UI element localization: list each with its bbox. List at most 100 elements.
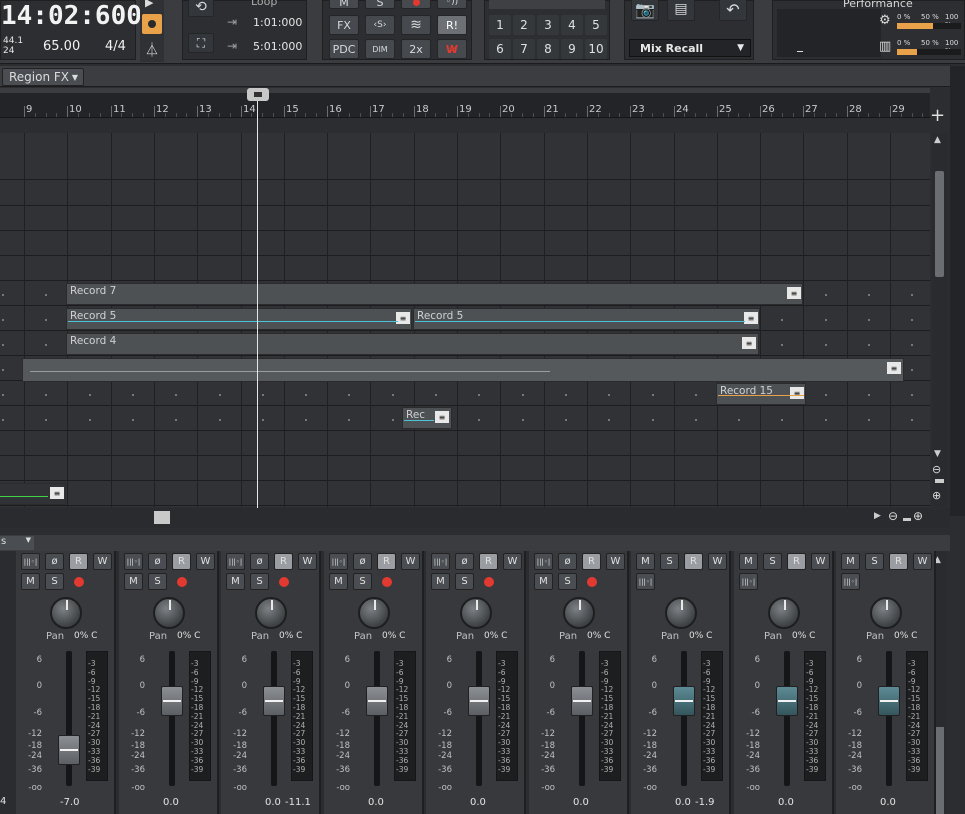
- read-automation-button[interactable]: R: [274, 553, 293, 570]
- solo-button[interactable]: S: [558, 573, 577, 590]
- write-automation-button[interactable]: W: [811, 553, 830, 570]
- volume-fader[interactable]: [366, 686, 388, 716]
- playhead-handle[interactable]: [247, 88, 269, 101]
- pan-knob[interactable]: [358, 597, 390, 629]
- screenset-button-1[interactable]: 1: [489, 15, 511, 35]
- mute-all-button[interactable]: M: [329, 0, 359, 9]
- mute-button[interactable]: M: [431, 573, 450, 590]
- solo-button[interactable]: S: [353, 573, 372, 590]
- clip-fx-icon[interactable]: ≡: [435, 411, 449, 423]
- track-lane[interactable]: [0, 481, 930, 506]
- screenset-button-8[interactable]: 8: [537, 39, 559, 59]
- read-automation-button[interactable]: R: [479, 553, 498, 570]
- read-automation-button[interactable]: R: [787, 553, 806, 570]
- clip-fx-icon[interactable]: ≡: [396, 312, 410, 324]
- phase-icon[interactable]: ø: [250, 553, 269, 570]
- write-automation-button[interactable]: W: [708, 553, 727, 570]
- zoom-out-v-icon[interactable]: ⊖: [932, 463, 941, 476]
- zoom-out-h-icon[interactable]: ⊖: [888, 509, 898, 523]
- waveform-icon[interactable]: |||◦|: [21, 553, 40, 570]
- solo-button[interactable]: S: [455, 573, 474, 590]
- write-automation-button[interactable]: W: [503, 553, 522, 570]
- waveform-icon[interactable]: |||◦|: [226, 553, 245, 570]
- waveform-icon[interactable]: |||◦|: [431, 553, 450, 570]
- screenset-button-5[interactable]: 5: [585, 15, 607, 35]
- fader-track[interactable]: [476, 651, 482, 786]
- clip-record-5b[interactable]: Record 5: [413, 308, 760, 330]
- screenset-button-6[interactable]: 6: [489, 39, 511, 59]
- midi-icon[interactable]: ◦)): [437, 0, 467, 9]
- add-track-icon[interactable]: +: [930, 105, 948, 126]
- screenset-button-3[interactable]: 3: [537, 15, 559, 35]
- console-scroll-thumb[interactable]: [935, 727, 944, 814]
- record-arm-button[interactable]: [582, 573, 601, 590]
- track-lane[interactable]: [0, 155, 930, 180]
- read-automation-button[interactable]: R: [172, 553, 191, 570]
- pan-knob[interactable]: [460, 597, 492, 629]
- volume-fader[interactable]: [878, 686, 900, 716]
- read-automation-button[interactable]: R: [582, 553, 601, 570]
- waveform-icon[interactable]: |||◦|: [329, 553, 348, 570]
- scroll-up-icon[interactable]: ▲: [934, 135, 941, 145]
- scroll-down-icon[interactable]: ▼: [934, 449, 941, 459]
- console-view-dropdown[interactable]: s ▼: [0, 536, 34, 550]
- loop-end[interactable]: 5:01:000: [253, 40, 302, 53]
- phase-icon[interactable]: ø: [45, 553, 64, 570]
- write-disable-icon[interactable]: W̸: [437, 39, 467, 59]
- write-automation-button[interactable]: W: [298, 553, 317, 570]
- pan-knob[interactable]: [665, 597, 697, 629]
- phase-icon[interactable]: ø: [148, 553, 167, 570]
- waveform-icon[interactable]: |||◦|: [739, 573, 758, 590]
- solo-button[interactable]: S: [763, 553, 782, 570]
- pan-knob[interactable]: [153, 597, 185, 629]
- fx-button[interactable]: FX: [329, 15, 359, 35]
- solo-button[interactable]: S: [660, 553, 679, 570]
- mute-button[interactable]: M: [841, 553, 860, 570]
- solo-button[interactable]: S: [250, 573, 269, 590]
- volume-fader[interactable]: [58, 735, 80, 765]
- phase-icon[interactable]: ø: [353, 553, 372, 570]
- solo-button[interactable]: S: [148, 573, 167, 590]
- record-arm-icon[interactable]: [142, 14, 162, 34]
- waveform-icon[interactable]: |||◦|: [124, 553, 143, 570]
- record-arm-button[interactable]: [479, 573, 498, 590]
- write-automation-button[interactable]: W: [196, 553, 215, 570]
- pan-knob[interactable]: [870, 597, 902, 629]
- read-enable-button[interactable]: R!: [437, 15, 467, 35]
- clip-fx-icon[interactable]: ≡: [50, 487, 64, 499]
- read-automation-button[interactable]: R: [889, 553, 908, 570]
- volume-fader[interactable]: [468, 686, 490, 716]
- write-automation-button[interactable]: W: [93, 553, 112, 570]
- volume-fader[interactable]: [161, 686, 183, 716]
- solo-all-button[interactable]: S: [365, 0, 395, 9]
- clip-unnamed-long[interactable]: [22, 358, 904, 382]
- pan-knob[interactable]: [563, 597, 595, 629]
- tempo[interactable]: 65.00: [43, 39, 80, 54]
- clip-fx-icon[interactable]: ≡: [742, 337, 756, 349]
- phase-icon[interactable]: ø: [455, 553, 474, 570]
- record-arm-button[interactable]: [274, 573, 293, 590]
- read-automation-button[interactable]: R: [684, 553, 703, 570]
- zoom-in-h-icon[interactable]: ⊕: [913, 509, 923, 523]
- waveform-icon[interactable]: |||◦|: [841, 573, 860, 590]
- automation-icon[interactable]: ≋: [401, 15, 431, 35]
- mute-button[interactable]: M: [636, 553, 655, 570]
- track-lane[interactable]: [0, 431, 930, 456]
- clip-record-4[interactable]: Record 4: [66, 333, 759, 355]
- read-automation-button[interactable]: R: [377, 553, 396, 570]
- track-lane[interactable]: [0, 456, 930, 481]
- waveform-icon[interactable]: |||◦|: [636, 573, 655, 590]
- screenset-button-2[interactable]: 2: [513, 15, 535, 35]
- sync-icon[interactable]: ‹S›: [365, 15, 395, 35]
- clip-record-5a[interactable]: Record 5: [66, 308, 412, 330]
- zoom-slider-v[interactable]: [935, 479, 944, 483]
- screenset-dropdown[interactable]: [489, 0, 605, 9]
- zoom-slider-h[interactable]: [903, 518, 911, 521]
- pan-knob[interactable]: [50, 597, 82, 629]
- fader-track[interactable]: [66, 651, 72, 786]
- clip-record-7[interactable]: Record 7: [66, 283, 803, 305]
- fader-track[interactable]: [784, 651, 790, 786]
- loop-end-icon[interactable]: ⇥: [227, 39, 237, 53]
- region-fx-dropdown[interactable]: Region FX ▼: [2, 68, 84, 86]
- pan-knob[interactable]: [768, 597, 800, 629]
